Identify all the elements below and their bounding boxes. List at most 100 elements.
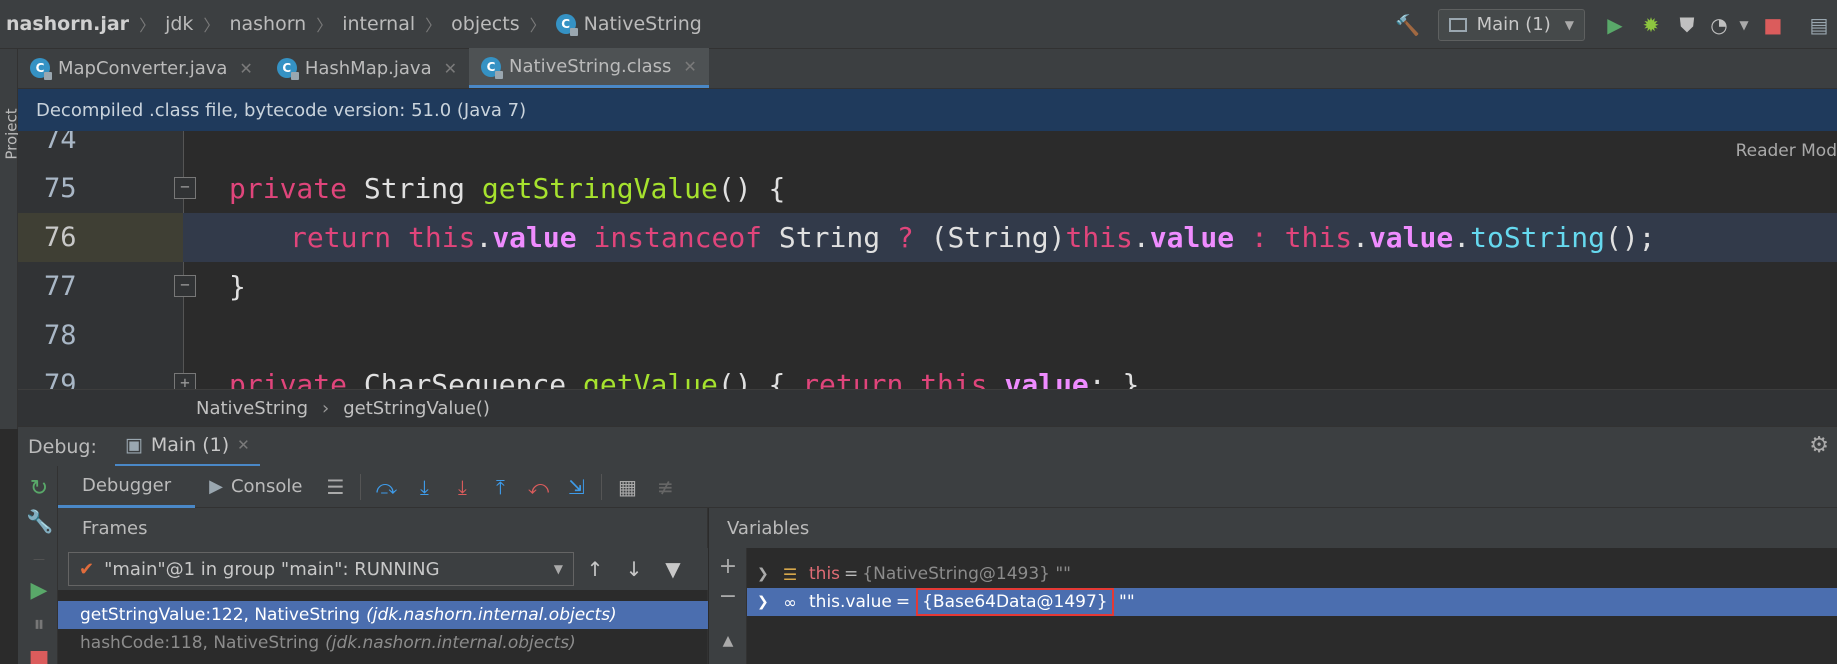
frame-method: hashCode:118, NativeString	[80, 633, 320, 653]
gear-icon[interactable]: ⚙	[1809, 433, 1829, 458]
chevron-down-icon: ▼	[1564, 17, 1574, 32]
class-icon: C	[555, 14, 578, 36]
debug-icon[interactable]: ✹	[1633, 7, 1669, 43]
console-icon: ▶	[209, 476, 223, 497]
filter-icon[interactable]: ▼	[655, 552, 691, 586]
editor-breadcrumb-class[interactable]: NativeString	[196, 398, 308, 419]
close-icon[interactable]: ✕	[239, 59, 252, 78]
debug-session-tab[interactable]: ▣ Main (1) ✕	[114, 427, 260, 467]
step-out-icon[interactable]: ⤒	[481, 466, 519, 508]
breadcrumb-item-internal[interactable]: internal	[342, 13, 415, 35]
close-icon[interactable]: ✕	[237, 436, 250, 454]
chevron-right-icon: 〉	[316, 16, 333, 35]
code-line-74: 74	[18, 131, 1837, 164]
breadcrumb-item-nashorn[interactable]: nashorn	[229, 13, 306, 35]
arrow-down-icon[interactable]: ↓	[616, 552, 652, 586]
plus-icon[interactable]: +	[715, 554, 741, 580]
run-configuration-select[interactable]: Main (1) ▼	[1437, 8, 1585, 41]
expand-icon[interactable]: ❯	[757, 594, 779, 610]
menu-icon[interactable]: ☰	[316, 466, 354, 508]
fold-icon[interactable]: −	[174, 275, 196, 297]
line-number: 77	[44, 271, 77, 302]
breadcrumb-item-class[interactable]: C NativeString	[555, 13, 702, 36]
arrow-up-icon[interactable]: ↑	[577, 552, 613, 586]
chevron-up-icon[interactable]: ▲	[715, 628, 741, 654]
breadcrumb: nashorn.jar 〉 jdk 〉 nashorn 〉 internal 〉…	[0, 12, 702, 36]
code-text: }	[229, 270, 246, 303]
wrench-icon[interactable]: 🔧	[26, 510, 53, 536]
run-to-cursor-icon[interactable]: ⇲	[557, 466, 595, 508]
divider	[601, 473, 603, 500]
thread-select[interactable]: ✔ "main"@1 in group "main": RUNNING ▼	[68, 552, 574, 586]
minus-icon[interactable]: −	[715, 584, 741, 610]
tab-console-label: Console	[230, 476, 303, 497]
hammer-icon[interactable]: 🔨	[1390, 7, 1426, 43]
tab-hashmap[interactable]: C HashMap.java ✕	[265, 48, 469, 88]
trace-icon[interactable]: ≢	[646, 466, 684, 508]
close-icon[interactable]: ✕	[683, 57, 696, 76]
profile-icon[interactable]: ◔	[1705, 7, 1733, 43]
breadcrumb-class-label: NativeString	[583, 13, 702, 35]
step-over-icon[interactable]: ⤼	[367, 466, 405, 508]
frame-item[interactable]: hashCode:118, NativeString (jdk.nashorn.…	[58, 629, 708, 657]
variables-pane: Variables + − ▲ ❯ ☰ this = {NativeString…	[709, 508, 1837, 664]
variables-toolbar: + − ▲	[709, 548, 747, 664]
resume-icon[interactable]: ▶	[26, 578, 52, 604]
variable-row-this-value[interactable]: ❯ ∞ this.value = {Base64Data@1497} ""	[747, 588, 1837, 616]
code-line-76: 76 return this.value instanceof String ?…	[18, 213, 1837, 262]
pause-icon[interactable]: ⏸	[26, 612, 52, 638]
tab-console[interactable]: ▶ Console	[195, 466, 316, 508]
breadcrumb-item-objects[interactable]: objects	[451, 13, 519, 35]
rerun-icon[interactable]: ↻	[26, 476, 52, 502]
tab-mapconverter[interactable]: C MapConverter.java ✕	[18, 48, 265, 88]
chevron-down-icon[interactable]: ▼	[1733, 7, 1755, 43]
variable-name: this.value	[809, 592, 892, 612]
tab-nativestring[interactable]: C NativeString.class ✕	[469, 48, 709, 88]
frame-method: getStringValue:122, NativeString	[80, 605, 361, 625]
project-structure-icon[interactable]: ▤	[1801, 7, 1837, 43]
frame-package: (jdk.nashorn.internal.objects)	[325, 633, 576, 653]
code-editor[interactable]: Reader Mod 74 75 − private String getStr…	[18, 131, 1837, 389]
divider	[360, 473, 362, 500]
fold-icon[interactable]: +	[174, 373, 196, 389]
debugger-toolbar: Debugger ▶ Console ☰ ⤼ ⤓ ⤓ ⤒ ⤺ ⇲ ▦ ≢	[58, 466, 1837, 508]
chevron-right-icon: 〉	[203, 16, 220, 35]
code-line-78: 78	[18, 311, 1837, 360]
chevron-down-icon: ▼	[553, 562, 563, 576]
expand-icon[interactable]: ❯	[757, 566, 779, 582]
stop-icon[interactable]: ■	[26, 646, 52, 664]
run-icon[interactable]: ▶	[1597, 7, 1633, 43]
tab-label: HashMap.java	[304, 57, 432, 79]
variable-equals: =	[895, 592, 911, 612]
class-icon: C	[481, 56, 504, 79]
stop-icon[interactable]: ■	[1755, 7, 1791, 43]
code-text: private String getStringValue() {	[229, 172, 786, 205]
debug-side-toolbar: ↻ 🔧 — ▶ ⏸ ■	[18, 466, 58, 664]
console-window-icon: ▣	[124, 434, 143, 456]
editor-breadcrumb: NativeString › getStringValue()	[18, 389, 1837, 426]
tab-debugger[interactable]: Debugger	[58, 466, 196, 508]
field-icon: ☰	[782, 564, 798, 584]
evaluate-expression-icon[interactable]: ▦	[608, 466, 646, 508]
chevron-right-icon: 〉	[425, 16, 442, 35]
fold-icon[interactable]: −	[174, 177, 196, 199]
drop-frame-icon[interactable]: ⤺	[519, 466, 557, 508]
line-number: 75	[44, 173, 77, 204]
check-icon: ✔	[79, 558, 95, 580]
step-into-icon[interactable]: ⤓	[405, 466, 443, 508]
watch-glasses-icon: ∞	[783, 592, 797, 612]
chevron-right-icon: 〉	[139, 16, 156, 35]
run-configuration-label: Main (1)	[1476, 14, 1551, 35]
breadcrumb-item-jdk[interactable]: jdk	[165, 13, 193, 35]
coverage-icon[interactable]: ⛊	[1669, 7, 1705, 43]
variable-equals: =	[844, 564, 859, 584]
code-text: private CharSequence getValue() { return…	[229, 368, 1140, 389]
frame-item[interactable]: getStringValue:122, NativeString (jdk.na…	[58, 601, 708, 629]
code-line-77: 77 − }	[18, 262, 1837, 311]
variable-row-this[interactable]: ❯ ☰ this = {NativeString@1493} ""	[747, 560, 1837, 588]
breadcrumb-item-jar[interactable]: nashorn.jar	[6, 13, 129, 35]
variable-value-rest: ""	[1113, 592, 1135, 612]
close-icon[interactable]: ✕	[444, 59, 457, 78]
editor-breadcrumb-method[interactable]: getStringValue()	[343, 398, 490, 419]
force-step-into-icon[interactable]: ⤓	[443, 466, 481, 508]
